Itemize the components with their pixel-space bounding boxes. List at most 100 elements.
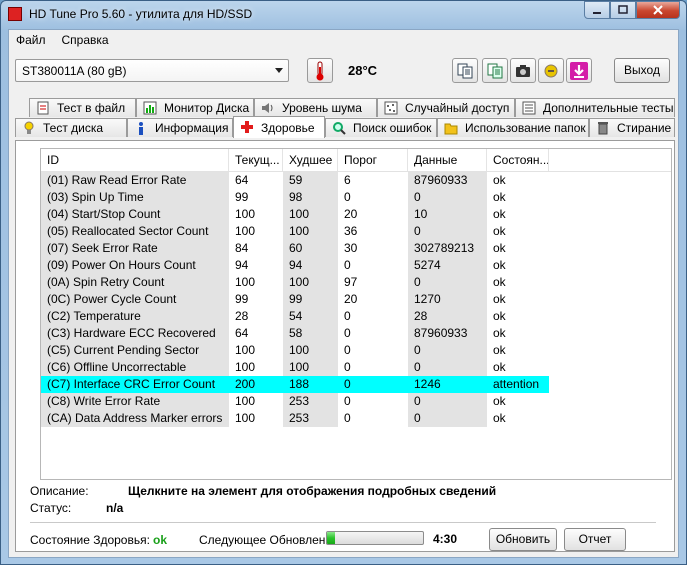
info-icon [139,122,143,135]
drive-select-value: ST380011A (80 gB) [22,64,127,78]
benchmark-icon [24,121,34,134]
next-update-progress [326,531,424,545]
column-header-id[interactable]: ID [41,149,229,171]
refresh-button[interactable]: Обновить [489,528,557,551]
close-icon [653,5,663,15]
drive-select[interactable]: ST380011A (80 gB) [15,59,289,82]
tab-folder-usage[interactable]: Использование папок [437,118,589,137]
health-status-value: ok [153,533,168,547]
cell-current: 84 [229,240,283,257]
extra-tests-icon [522,101,536,115]
menu-file[interactable]: Файл [9,30,55,50]
tab-disk-monitor-label: Монитор Диска [164,101,250,115]
table-row[interactable]: (0A) Spin Retry Count 100 100 97 0 ok [41,274,671,291]
cell-id: (C7) Interface CRC Error Count [41,376,229,393]
cell-data: 0 [408,342,487,359]
table-row[interactable]: (04) Start/Stop Count 100 100 20 10 ok [41,206,671,223]
tab-benchmark[interactable]: Тест диска [15,118,127,137]
table-row[interactable]: (09) Power On Hours Count 94 94 0 5274 ok [41,257,671,274]
table-row[interactable]: (C2) Temperature 28 54 0 28 ok [41,308,671,325]
tab-info-label: Информация [155,121,229,135]
smart-table[interactable]: ID Текущ... Худшее Порог Данные Состоян.… [40,148,672,480]
column-header-data[interactable]: Данные [408,149,487,171]
cell-worst: 253 [283,393,338,410]
column-header-status[interactable]: Состоян... [487,149,549,171]
tab-disk-monitor[interactable]: Монитор Диска [136,98,254,117]
table-row[interactable]: (C8) Write Error Rate 100 253 0 0 ok [41,393,671,410]
cell-worst: 60 [283,240,338,257]
title-bar[interactable]: HD Tune Pro 5.60 - утилита для HD/SSD [1,1,686,29]
report-button[interactable]: Отчет [564,528,626,551]
tab-error-scan[interactable]: Поиск ошибок [325,118,437,137]
cell-worst: 100 [283,342,338,359]
cell-status: ok [487,189,549,206]
cell-id: (09) Power On Hours Count [41,257,229,274]
table-row[interactable]: (05) Reallocated Sector Count 100 100 36 0 ok [41,223,671,240]
screenshot-button[interactable] [510,58,536,83]
table-row[interactable]: (CA) Data Address Marker errors 100 253 0 0 o… [41,410,671,427]
cell-worst: 99 [283,291,338,308]
speaker-icon [262,103,273,113]
window-title: HD Tune Pro 5.60 - утилита для HD/SSD [29,7,253,21]
cell-worst: 100 [283,206,338,223]
cell-worst: 253 [283,410,338,427]
trash-icon [598,122,608,135]
tab-random-access[interactable]: Случайный доступ [377,98,515,117]
table-row[interactable]: (C6) Offline Uncorrectable 100 100 0 0 ok [41,359,671,376]
folder-icon [444,123,458,135]
tab-extra-tests[interactable]: Дополнительные тесты [515,98,675,117]
tab-file-test[interactable]: Тест в файл [29,98,136,117]
column-header-worst[interactable]: Худшее [283,149,338,171]
close-button[interactable] [636,1,680,19]
tab-strip: Тест в файл Монитор Диска Уровень шума С… [15,98,675,140]
temperature-value: 28°C [348,63,378,78]
exit-button[interactable]: Выход [614,58,670,83]
cell-threshold: 20 [338,291,408,308]
copy-all-button[interactable] [482,58,508,83]
cell-threshold: 0 [338,393,408,410]
cell-status: ok [487,291,549,308]
cell-id: (05) Reallocated Sector Count [41,223,229,240]
cell-status: ok [487,308,549,325]
health-cross-icon [241,121,253,133]
cell-data: 5274 [408,257,487,274]
cell-status: ok [487,359,549,376]
copy-all-icon [487,63,503,78]
table-row[interactable]: (0C) Power Cycle Count 99 99 20 1270 ok [41,291,671,308]
cell-data: 1270 [408,291,487,308]
cell-threshold: 20 [338,206,408,223]
cell-status: ok [487,342,549,359]
cell-id: (03) Spin Up Time [41,189,229,206]
tab-file-test-label: Тест в файл [57,101,126,115]
minimize-button[interactable] [584,1,610,19]
tab-noise-level[interactable]: Уровень шума [254,98,377,117]
tab-erase[interactable]: Стирание [589,118,675,137]
menu-help[interactable]: Справка [55,30,118,50]
cell-worst: 100 [283,223,338,240]
options-button[interactable] [538,58,564,83]
cell-current: 100 [229,359,283,376]
tab-health[interactable]: Здоровье [233,116,325,138]
table-row[interactable]: (03) Spin Up Time 99 98 0 0 ok [41,189,671,206]
wrench-icon [544,64,558,77]
cell-id: (07) Seek Error Rate [41,240,229,257]
maximize-button[interactable] [610,1,636,19]
table-row[interactable]: (07) Seek Error Rate 84 60 30 302789213 ok [41,240,671,257]
temperature-button[interactable] [307,58,333,83]
tab-info[interactable]: Информация [127,118,233,137]
column-header-current[interactable]: Текущ... [229,149,283,171]
table-row[interactable]: (C5) Current Pending Sector 100 100 0 0 ok [41,342,671,359]
progress-fill [327,532,335,544]
window-controls [584,1,680,21]
table-row[interactable]: (C7) Interface CRC Error Count 200 188 0 124… [41,376,671,393]
file-test-icon [37,101,49,115]
cell-threshold: 0 [338,257,408,274]
cell-id: (CA) Data Address Marker errors [41,410,229,427]
status-label: Статус: [30,501,72,515]
table-row[interactable]: (01) Raw Read Error Rate 64 59 6 87960933 ok [41,172,671,189]
table-row[interactable]: (C3) Hardware ECC Recovered 64 58 0 87960933… [41,325,671,342]
cell-worst: 188 [283,376,338,393]
column-header-threshold[interactable]: Порог [338,149,408,171]
copy-text-button[interactable] [452,58,478,83]
save-button[interactable] [566,58,592,83]
